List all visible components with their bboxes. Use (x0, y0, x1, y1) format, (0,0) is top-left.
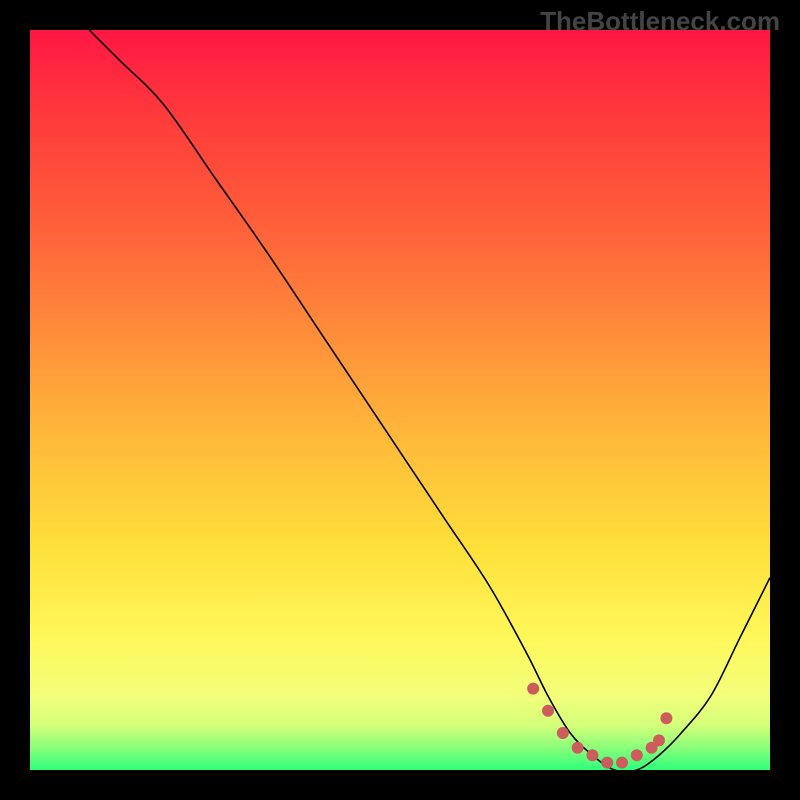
plot-area (30, 30, 770, 770)
chart-container: TheBottleneck.com (0, 0, 800, 800)
gradient-background (30, 30, 770, 770)
watermark-label: TheBottleneck.com (540, 6, 780, 37)
chart-svg (30, 30, 770, 770)
